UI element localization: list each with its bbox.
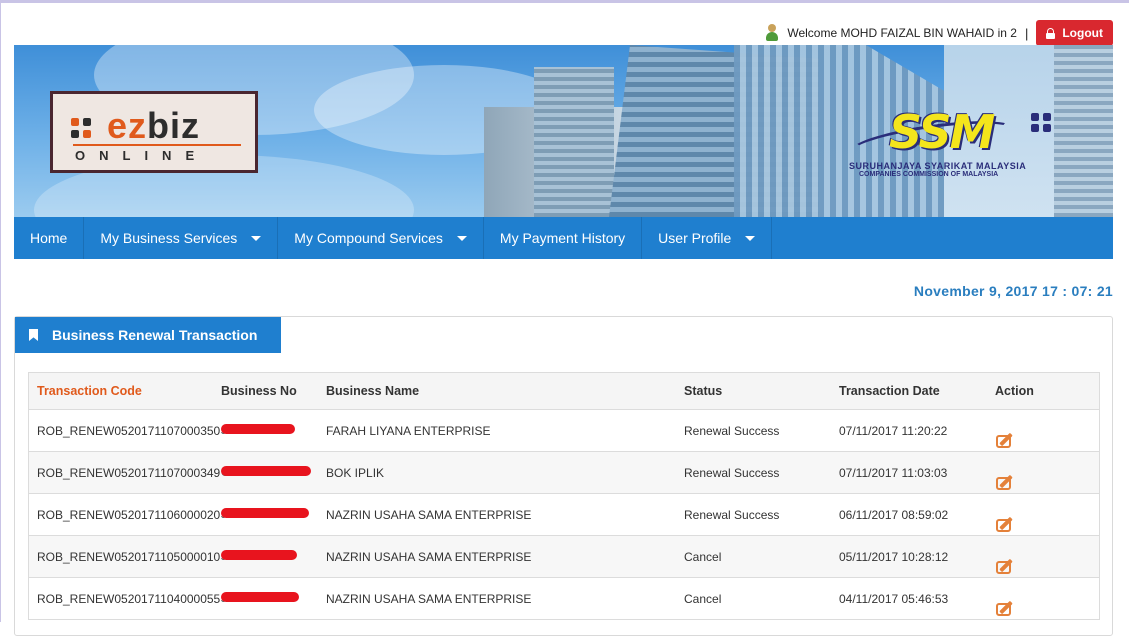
transactions-table: Transaction Code Business No Business Na… xyxy=(28,372,1100,620)
nav-profile-label: User Profile xyxy=(658,230,732,246)
ezbiz-logo: ezbiz ONLINE xyxy=(50,91,258,173)
nav-my-business-services[interactable]: My Business Services xyxy=(84,217,279,259)
transaction-code: ROB_RENEW0520171104000055 xyxy=(37,591,221,606)
col-transaction-code[interactable]: Transaction Code xyxy=(29,384,221,398)
status: Cancel xyxy=(684,591,722,606)
col-business-name: Business Name xyxy=(326,384,420,398)
col-business-no: Business No xyxy=(221,384,297,398)
header-banner: ezbiz ONLINE SSM SURUHANJAYA SYARIKAT MA… xyxy=(14,45,1113,217)
table-header-row: Transaction Code Business No Business Na… xyxy=(29,373,1099,410)
status: Renewal Success xyxy=(684,465,780,480)
ssm-text: SSM xyxy=(889,105,995,159)
transaction-date: 06/11/2017 08:59:02 xyxy=(839,507,949,522)
panel-title-text: Business Renewal Transaction xyxy=(52,327,258,343)
logout-button[interactable]: Logout xyxy=(1036,20,1113,46)
lock-icon xyxy=(1046,27,1056,39)
logo-biz: biz xyxy=(147,105,201,146)
business-name: NAZRIN USAHA SAMA ENTERPRISE xyxy=(326,507,532,522)
current-datetime: November 9, 2017 17 : 07: 21 xyxy=(913,283,1113,299)
business-no: JR0852624-W xyxy=(221,536,326,577)
col-transaction-date: Transaction Date xyxy=(839,384,940,398)
separator: | xyxy=(1024,25,1029,41)
nav-compound-label: My Compound Services xyxy=(294,230,443,246)
table-row: ROB_RENEW0520171105000010 JR0852624-W NA… xyxy=(29,536,1099,578)
transaction-date: 04/11/2017 05:46:53 xyxy=(839,591,949,606)
bookmark-icon xyxy=(29,329,38,341)
nav-business-label: My Business Services xyxy=(100,230,238,246)
main-nav: Home My Business Services My Compound Se… xyxy=(14,217,1113,259)
status: Renewal Success xyxy=(684,507,780,522)
table-row: ROB_RENEW0520171107000349 CA0187420-H BO… xyxy=(29,452,1099,494)
chevron-down-icon xyxy=(745,235,756,241)
business-name: FARAH LIYANA ENTERPRISE xyxy=(326,423,491,438)
chevron-down-icon xyxy=(251,235,262,241)
ssm-line2: COMPANIES COMMISSION OF MALAYSIA xyxy=(859,171,999,178)
ssm-logo: SSM SURUHANJAYA SYARIKAT MALAYSIA COMPAN… xyxy=(847,105,1059,185)
redaction-mark xyxy=(221,424,295,434)
renewal-transaction-panel: Business Renewal Transaction Transaction… xyxy=(14,316,1113,636)
nav-home[interactable]: Home xyxy=(14,217,85,259)
business-no: JM0852624-W xyxy=(221,494,326,535)
business-no: JR0852624-W xyxy=(221,578,326,619)
status: Renewal Success xyxy=(684,423,780,438)
nav-my-payment-history[interactable]: My Payment History xyxy=(484,217,643,259)
table-row: ROB_RENEW0520171104000055 JR0852624-W NA… xyxy=(29,578,1099,620)
transaction-date: 07/11/2017 11:03:03 xyxy=(839,465,948,480)
business-no: CA0187420-H xyxy=(221,452,326,493)
table-row: ROB_RENEW0520171106000020 JM0852624-W NA… xyxy=(29,494,1099,536)
ssm-dots-icon xyxy=(1031,113,1055,133)
transaction-code: ROB_RENEW0520171106000020 xyxy=(37,507,221,522)
transaction-code: ROB_RENEW0520171107000349 xyxy=(37,465,221,480)
panel-title: Business Renewal Transaction xyxy=(15,317,281,353)
logo-ez: ez xyxy=(107,105,148,146)
nav-my-compound-services[interactable]: My Compound Services xyxy=(278,217,484,259)
transaction-code: ROB_RENEW0520171105000010 xyxy=(37,549,221,564)
business-name: NAZRIN USAHA SAMA ENTERPRISE xyxy=(326,549,532,564)
transaction-code: ROB_RENEW0520171107000350 xyxy=(37,423,221,438)
transaction-date: 07/11/2017 11:20:22 xyxy=(839,423,948,438)
ssm-line1: SURUHANJAYA SYARIKAT MALAYSIA xyxy=(849,161,1027,171)
status: Cancel xyxy=(684,549,722,564)
logo-sub: ONLINE xyxy=(75,148,209,163)
nav-payment-label: My Payment History xyxy=(499,230,626,246)
redaction-mark xyxy=(221,466,311,476)
logout-label: Logout xyxy=(1062,26,1103,40)
user-icon xyxy=(765,24,779,42)
col-status: Status xyxy=(684,384,723,398)
nav-user-profile[interactable]: User Profile xyxy=(642,217,773,259)
redaction-mark xyxy=(221,550,297,560)
nav-home-label: Home xyxy=(30,230,68,246)
col-action: Action xyxy=(995,384,1034,398)
welcome-text: Welcome MOHD FAIZAL BIN WAHAID in 2 xyxy=(787,26,1017,40)
table-row: ROB_RENEW0520171107000350 JM0887756-D FA… xyxy=(29,410,1099,452)
logo-dots-icon xyxy=(71,118,103,140)
redaction-mark xyxy=(221,508,309,518)
chevron-down-icon xyxy=(456,235,467,241)
redaction-mark xyxy=(221,592,299,602)
business-no: JM0887756-D xyxy=(221,410,326,451)
business-name: NAZRIN USAHA SAMA ENTERPRISE xyxy=(326,591,532,606)
business-name: BOK IPLIK xyxy=(326,465,385,480)
transaction-date: 05/11/2017 10:28:12 xyxy=(839,549,949,564)
top-bar: Welcome MOHD FAIZAL BIN WAHAID in 2 | Lo… xyxy=(765,19,1113,47)
